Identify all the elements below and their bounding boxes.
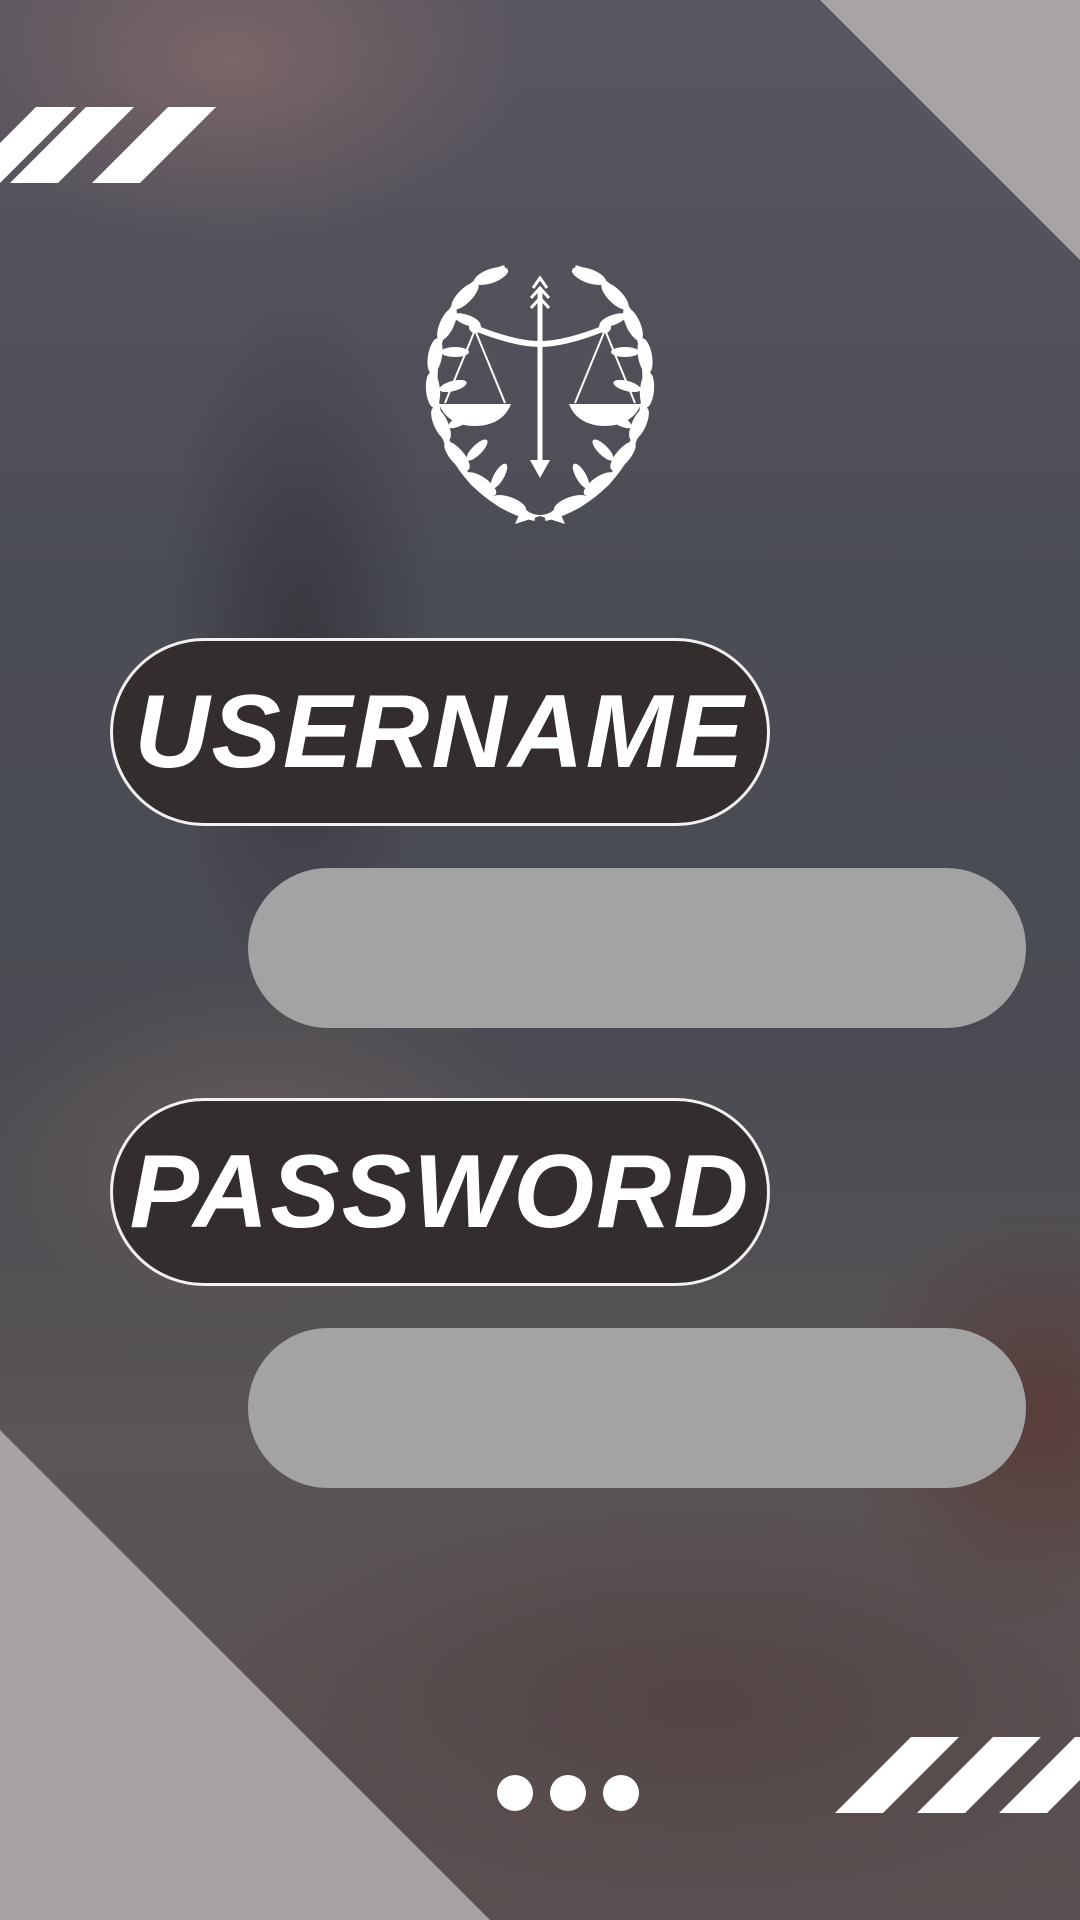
password-input[interactable] (248, 1328, 1026, 1488)
decorative-stripes-top-left (0, 107, 216, 183)
username-input[interactable] (248, 868, 1026, 1028)
username-label-pill: USERNAME (110, 638, 770, 826)
pagination-dot[interactable] (603, 1775, 639, 1811)
pagination-dots (497, 1775, 639, 1811)
scales-of-justice-laurel-icon (425, 265, 655, 524)
password-label-pill: PASSWORD (110, 1098, 770, 1286)
decorative-stripes-bottom-right (835, 1737, 1080, 1813)
password-label: PASSWORD (129, 1134, 751, 1250)
username-label: USERNAME (134, 674, 746, 790)
pagination-dot[interactable] (497, 1775, 533, 1811)
pagination-dot[interactable] (550, 1775, 586, 1811)
